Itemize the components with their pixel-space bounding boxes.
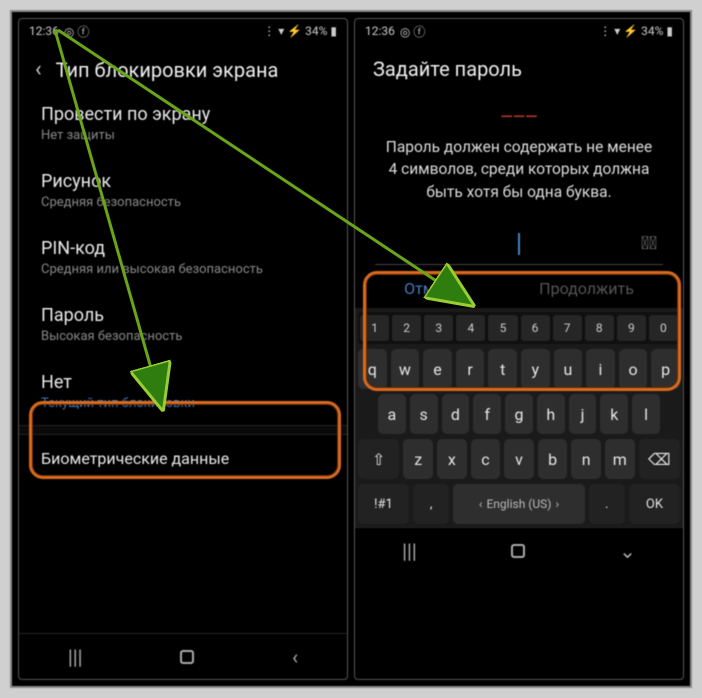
status-bar: 12:36 ◎ ⓕ ⋮ ▾ ⚡ 34% ▮ — [19, 19, 347, 43]
status-time: 12:36 — [29, 24, 59, 38]
key-f[interactable]: f — [473, 394, 501, 434]
key-5[interactable]: 5 — [488, 315, 517, 341]
phone-right: 12:36 ◎ ⓕ ⋮ ▾ ⚡ 34% ▮ Задайте пароль ———… — [354, 18, 684, 680]
key-h[interactable]: h — [537, 394, 565, 434]
status-time: 12:36 — [365, 24, 395, 38]
nav-home-icon[interactable] — [180, 650, 194, 664]
key-b[interactable]: b — [538, 439, 568, 479]
key-s[interactable]: s — [410, 394, 438, 434]
key-8[interactable]: 8 — [585, 315, 614, 341]
nav-recents-icon[interactable]: ||| — [68, 645, 83, 669]
button-row: Отмена Продолжить — [355, 265, 683, 308]
status-icons-left: ◎ ⓕ — [64, 23, 89, 40]
status-bar: 12:36 ◎ ⓕ ⋮ ▾ ⚡ 34% ▮ — [355, 19, 683, 43]
status-icons-right: ⋮ ▾ ⚡ 34% ▮ — [263, 24, 337, 38]
password-requirements: Пароль должен содержать не менее 4 симво… — [355, 132, 683, 215]
option-password[interactable]: Пароль Высокая безопасность — [19, 291, 347, 358]
key-w[interactable]: w — [391, 349, 420, 389]
section-biometrics[interactable]: Биометрические данные — [19, 435, 347, 485]
key-shift[interactable]: ⇧ — [358, 439, 399, 479]
key-q[interactable]: q — [358, 349, 387, 389]
key-9[interactable]: 9 — [617, 315, 646, 341]
option-pattern[interactable]: Рисунок Средняя безопасность — [19, 157, 347, 224]
key-comma[interactable]: , — [413, 484, 449, 524]
key-dot[interactable]: . — [589, 484, 625, 524]
key-z[interactable]: z — [403, 439, 433, 479]
key-j[interactable]: j — [569, 394, 597, 434]
key-p[interactable]: p — [651, 349, 680, 389]
key-k[interactable]: k — [600, 394, 628, 434]
nav-back-icon[interactable]: ⌄ — [619, 539, 636, 563]
key-l[interactable]: l — [632, 394, 660, 434]
nav-bar: ||| ⌄ — [355, 527, 683, 573]
keyboard: 1 2 3 4 5 6 7 8 9 0 q w e r t y u i o — [355, 308, 683, 527]
key-t[interactable]: t — [488, 349, 517, 389]
key-r[interactable]: r — [456, 349, 485, 389]
password-input[interactable]: 👁̷ — [375, 223, 663, 265]
cancel-button[interactable]: Отмена — [404, 279, 461, 298]
key-x[interactable]: x — [437, 439, 467, 479]
key-g[interactable]: g — [505, 394, 533, 434]
key-2[interactable]: 2 — [392, 315, 421, 341]
key-n[interactable]: n — [571, 439, 601, 479]
back-icon[interactable]: ‹ — [35, 57, 42, 82]
visibility-toggle-icon[interactable]: 👁̷ — [641, 233, 657, 254]
number-row: 1 2 3 4 5 6 7 8 9 0 — [358, 312, 680, 344]
option-swipe[interactable]: Провести по экрану Нет защиты — [19, 90, 347, 157]
key-7[interactable]: 7 — [553, 315, 582, 341]
page-title: Задайте пароль — [355, 43, 683, 89]
key-ok[interactable]: OK — [629, 484, 680, 524]
key-i[interactable]: i — [586, 349, 615, 389]
key-e[interactable]: e — [423, 349, 452, 389]
key-d[interactable]: d — [442, 394, 470, 434]
key-6[interactable]: 6 — [521, 315, 550, 341]
key-3[interactable]: 3 — [424, 315, 453, 341]
continue-button[interactable]: Продолжить — [539, 279, 634, 298]
key-u[interactable]: u — [554, 349, 583, 389]
nav-recents-icon[interactable]: ||| — [402, 539, 417, 563]
nav-back-icon[interactable]: ‹ — [292, 645, 298, 669]
key-backspace[interactable]: ⌫ — [639, 439, 680, 479]
key-1[interactable]: 1 — [360, 315, 389, 341]
status-icons-left: ◎ ⓕ — [400, 23, 425, 40]
phone-left: 12:36 ◎ ⓕ ⋮ ▾ ⚡ 34% ▮ ‹ Тип блокировки э… — [18, 18, 348, 680]
key-v[interactable]: v — [504, 439, 534, 479]
key-c[interactable]: c — [471, 439, 501, 479]
text-cursor — [518, 233, 520, 255]
key-4[interactable]: 4 — [456, 315, 485, 341]
key-0[interactable]: 0 — [649, 315, 678, 341]
nav-home-icon[interactable] — [511, 544, 525, 558]
status-icons-right: ⋮ ▾ ⚡ 34% ▮ — [599, 24, 673, 38]
error-label: ——— — [355, 89, 683, 132]
option-pin[interactable]: PIN-код Средняя или высокая безопасность — [19, 224, 347, 291]
page-title: Тип блокировки экрана — [56, 58, 279, 82]
key-m[interactable]: m — [605, 439, 635, 479]
nav-bar: ||| ‹ — [19, 633, 347, 679]
key-a[interactable]: a — [378, 394, 406, 434]
option-none[interactable]: Нет Текущий тип блокировки — [19, 358, 347, 425]
lock-type-list: Провести по экрану Нет защиты Рисунок Ср… — [19, 90, 347, 633]
key-y[interactable]: y — [521, 349, 550, 389]
key-symbols[interactable]: !#1 — [358, 484, 409, 524]
key-o[interactable]: o — [619, 349, 648, 389]
key-space[interactable]: ‹ English (US) › — [453, 484, 584, 524]
screen-header: ‹ Тип блокировки экрана — [19, 43, 347, 90]
